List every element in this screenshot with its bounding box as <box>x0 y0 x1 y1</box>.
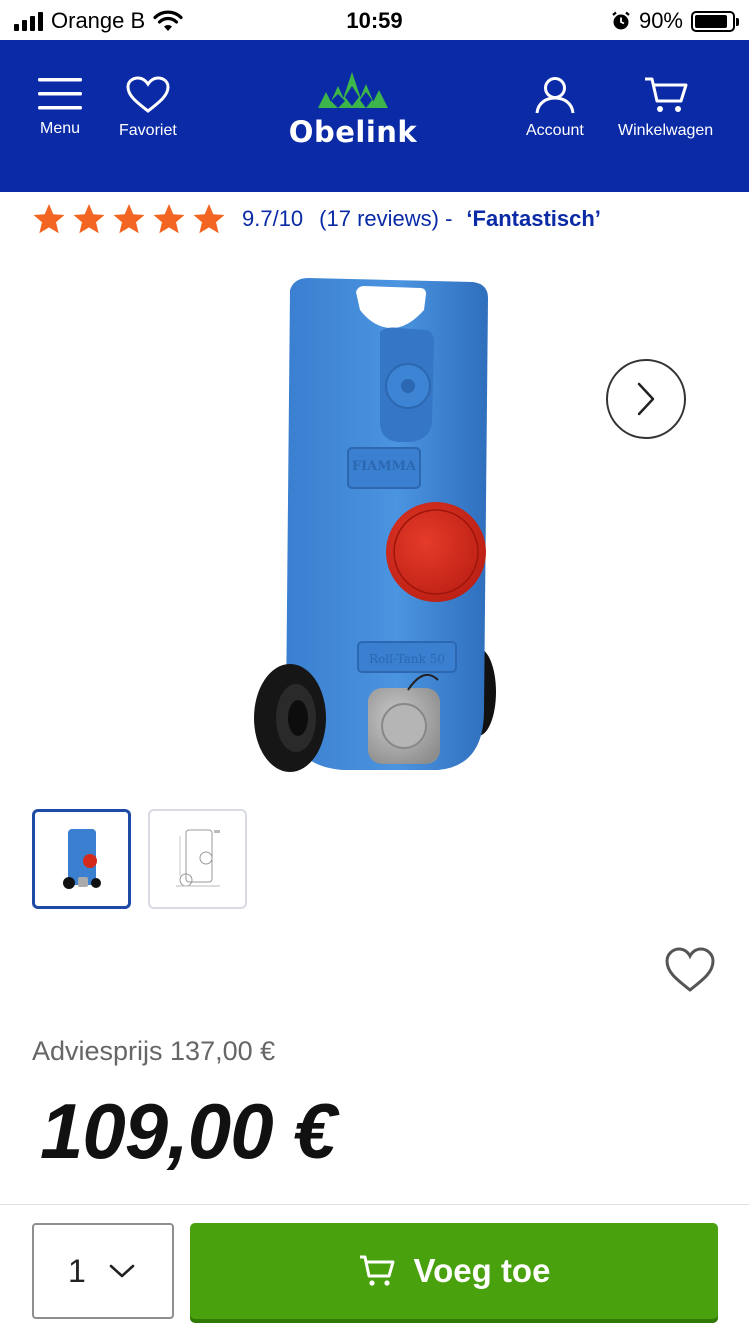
account-icon <box>535 77 575 114</box>
cart-button[interactable]: Winkelwagen <box>618 76 713 140</box>
menu-label: Menu <box>39 120 81 137</box>
next-image-button[interactable] <box>606 359 686 439</box>
rating-score: 9.7/10 <box>242 206 304 231</box>
status-right: 90% <box>611 8 739 34</box>
heart-outline-icon <box>665 947 715 992</box>
drawing-thumbnail <box>175 829 220 887</box>
mountain-logo-icon <box>318 72 388 108</box>
star-icon <box>33 204 65 234</box>
chevron-right-icon <box>637 382 655 416</box>
quantity-value: 1 <box>68 1252 86 1289</box>
add-to-wishlist-button[interactable] <box>664 946 716 994</box>
star-icon <box>73 204 105 234</box>
favorites-label: Favoriet <box>119 122 177 139</box>
product-image[interactable]: FIAMMA Roll-Tank 50 <box>248 270 508 780</box>
cart-icon <box>359 1255 395 1286</box>
roll-tank-image: FIAMMA Roll-Tank 50 <box>254 278 496 772</box>
add-to-cart-button[interactable]: Voeg toe <box>190 1223 718 1319</box>
account-label: Account <box>526 122 584 139</box>
site-header: Menu Favoriet Obelink Account Winkelwage… <box>0 40 749 192</box>
star-icon <box>113 204 145 234</box>
obelink-logo[interactable]: Obelink <box>288 70 418 149</box>
rating-reviews: (17 reviews) - <box>319 206 453 231</box>
chevron-down-icon <box>109 1264 135 1278</box>
add-to-cart-label: Voeg toe <box>413 1252 551 1289</box>
favorites-button[interactable]: Favoriet <box>119 76 177 140</box>
status-bar: Orange B 10:59 90% <box>0 0 749 40</box>
battery-icon <box>691 10 739 32</box>
advice-price: Adviesprijs 137,00 € <box>32 1036 276 1066</box>
alarm-icon <box>612 11 630 30</box>
menu-button[interactable]: Menu <box>38 76 82 138</box>
heart-icon <box>126 76 170 113</box>
product-price: 109,00 € <box>40 1087 337 1175</box>
battery-percent: 90% <box>638 8 683 33</box>
rating-stars <box>32 203 226 235</box>
rating-label: ‘Fantastisch’ <box>466 206 601 231</box>
cart-icon <box>644 77 688 112</box>
rating-summary[interactable]: 9.7/10 (17 reviews) - ‘Fantastisch’ <box>32 200 601 238</box>
thumbnail-technical-drawing[interactable] <box>148 809 247 909</box>
thumbnail-product-photo[interactable] <box>32 809 131 909</box>
star-icon <box>193 204 225 234</box>
purchase-bar: 1 Voeg toe <box>0 1204 749 1334</box>
menu-icon <box>38 78 82 110</box>
svg-text:FIAMMA: FIAMMA <box>352 459 417 474</box>
cart-label: Winkelwagen <box>618 122 714 139</box>
star-icon <box>153 204 185 234</box>
battery-fill <box>695 14 728 28</box>
brand-name: Obelink <box>288 115 418 149</box>
roll-tank-thumbnail <box>62 829 101 889</box>
quantity-select[interactable]: 1 <box>32 1223 174 1319</box>
svg-text:Roll-Tank 50: Roll-Tank 50 <box>369 652 445 666</box>
account-button[interactable]: Account <box>526 76 584 140</box>
